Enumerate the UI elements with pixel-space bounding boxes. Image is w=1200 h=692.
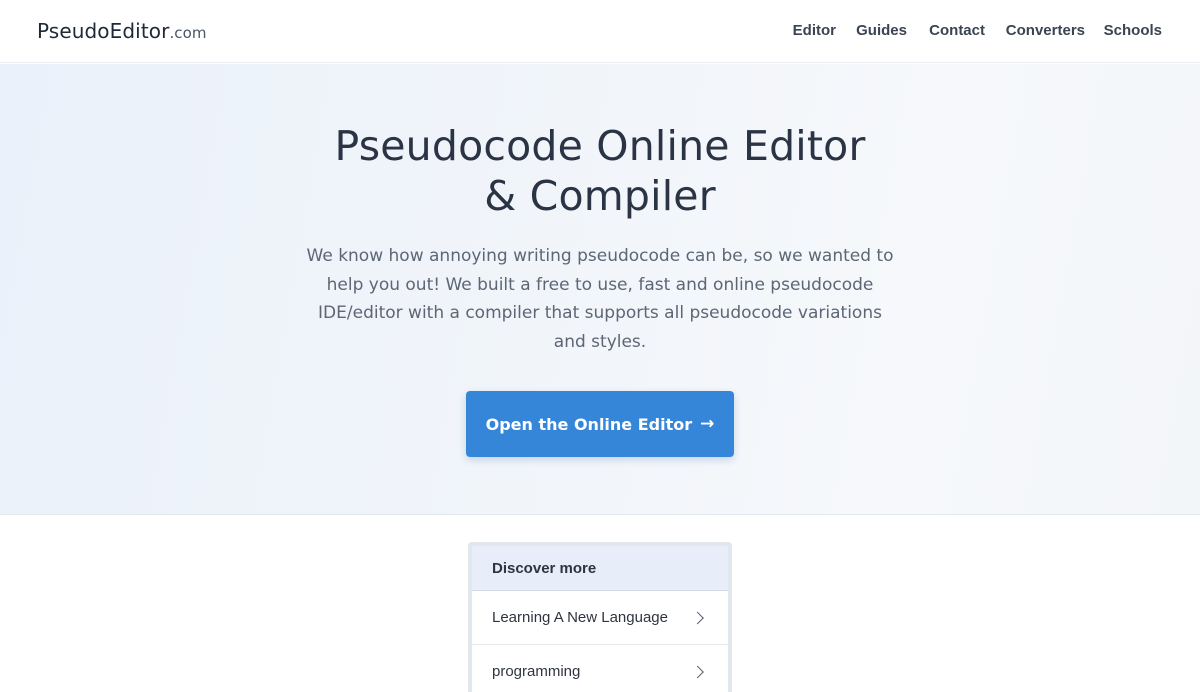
- logo-text: PseudoEditor: [37, 19, 170, 43]
- discover-more-title: Discover more: [472, 546, 728, 591]
- nav-item-guides[interactable]: Guides: [856, 22, 907, 39]
- discover-item-label: Learning A New Language: [492, 609, 668, 626]
- logo-suffix: .com: [169, 24, 207, 42]
- nav-item-schools[interactable]: Schools: [1104, 22, 1162, 39]
- discover-item-programming[interactable]: programming: [472, 645, 728, 692]
- chevron-right-icon: [691, 611, 704, 624]
- page-title-line-2: & Compiler: [484, 172, 716, 220]
- discover-more-panel: Discover more Learning A New Language pr…: [468, 542, 732, 692]
- page-title-line-1: Pseudocode Online Editor: [334, 122, 866, 170]
- site-logo[interactable]: PseudoEditor.com: [37, 19, 207, 43]
- arrow-right-icon: →: [700, 413, 715, 434]
- site-header: PseudoEditor.com Editor Guides Contact C…: [0, 0, 1200, 63]
- hero-section: Pseudocode Online Editor & Compiler We k…: [0, 64, 1200, 515]
- discover-item-learning-language[interactable]: Learning A New Language: [472, 591, 728, 645]
- nav-item-editor[interactable]: Editor: [793, 22, 836, 39]
- chevron-right-icon: [691, 665, 704, 678]
- nav-item-converters[interactable]: Converters: [1006, 22, 1085, 39]
- open-editor-button-label: Open the Online Editor: [485, 414, 693, 434]
- page-title: Pseudocode Online Editor & Compiler: [200, 121, 1000, 221]
- open-editor-button[interactable]: Open the Online Editor →: [466, 391, 734, 457]
- hero-description: We know how annoying writing pseudocode …: [306, 246, 894, 352]
- discover-item-label: programming: [492, 663, 581, 680]
- nav-item-contact[interactable]: Contact: [929, 22, 985, 39]
